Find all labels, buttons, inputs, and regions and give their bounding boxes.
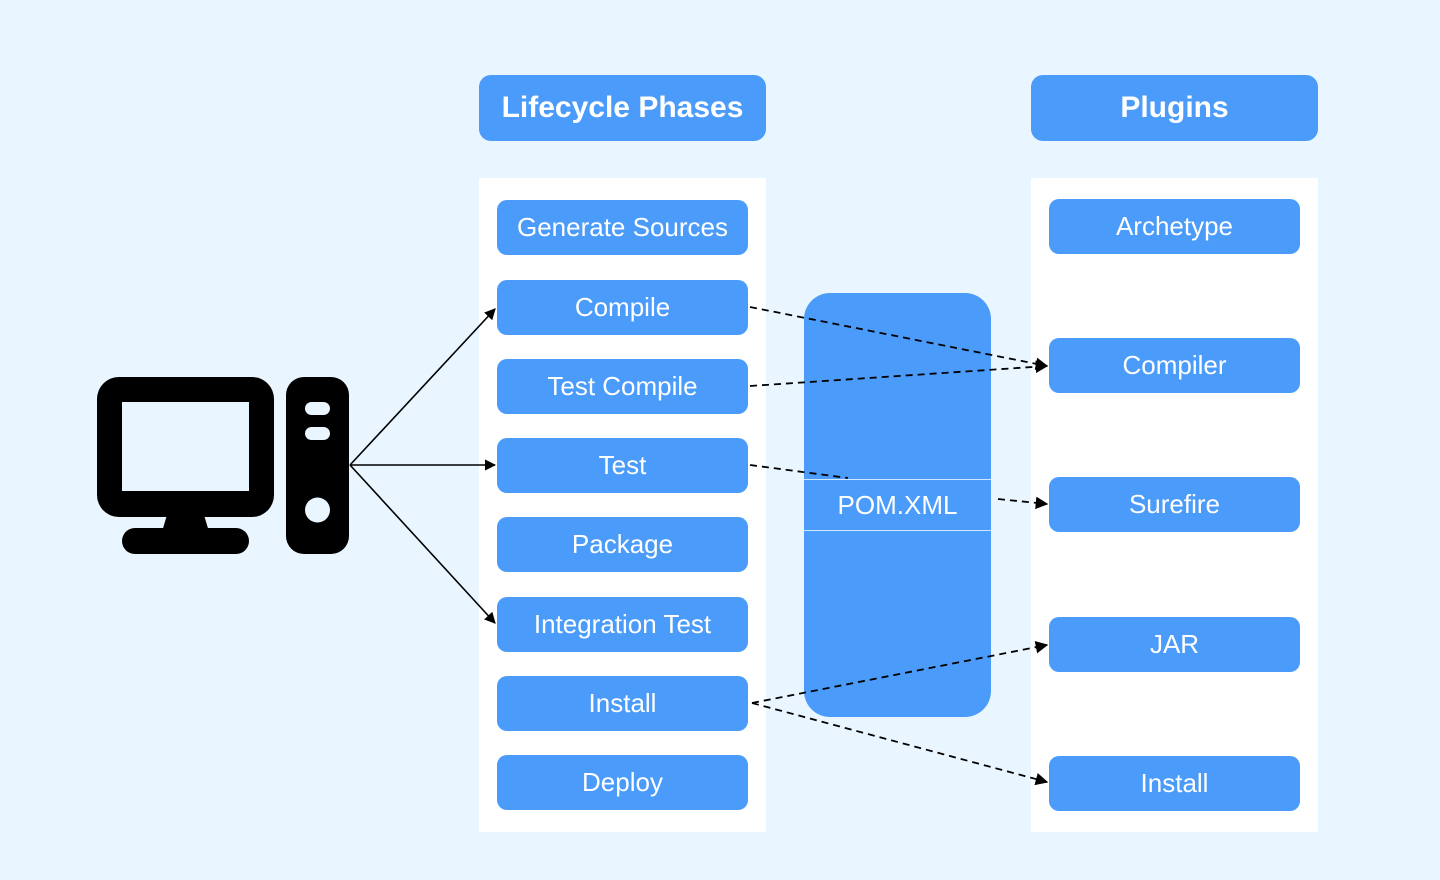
phase-test-compile: Test Compile	[497, 359, 748, 414]
tower-drive-bay-2	[305, 427, 330, 440]
plugin-label: Install	[1140, 768, 1209, 798]
plugin-label: Surefire	[1128, 489, 1221, 519]
phase-generate-sources: Generate Sources	[497, 200, 748, 255]
plugin-archetype: Archetype	[1049, 199, 1300, 254]
plugin-label: Compiler	[1122, 350, 1227, 380]
phase-label: Generate Sources	[516, 212, 728, 242]
plugin-install: Install	[1049, 756, 1300, 811]
plugin-label: JAR	[1149, 629, 1200, 659]
lifecycle-phases-header-label: Lifecycle Phases	[501, 91, 744, 124]
phase-label: Deploy	[582, 767, 663, 797]
phase-integration-test: Integration Test	[497, 597, 748, 652]
plugin-jar: JAR	[1049, 617, 1300, 672]
phase-compile: Compile	[497, 280, 748, 335]
tower-drive-bay-1	[305, 402, 330, 415]
plugins-header-label: Plugins	[1120, 91, 1229, 124]
phase-deploy: Deploy	[497, 755, 748, 810]
phase-test: Test	[497, 438, 748, 493]
plugin-label: Archetype	[1115, 211, 1234, 241]
phase-label: Compile	[574, 292, 671, 322]
phase-label: Test Compile	[547, 371, 698, 401]
lifecycle-phases-panel	[479, 178, 766, 832]
arrow-computer-to-integration-test	[349, 464, 496, 624]
monitor-screen	[122, 402, 249, 491]
plugin-compiler: Compiler	[1049, 338, 1300, 393]
desktop-computer-icon	[97, 377, 349, 554]
phase-label: Integration Test	[533, 609, 712, 639]
phase-package: Package	[497, 517, 748, 572]
monitor-stand	[122, 528, 249, 554]
pom-xml-band: POM.XML	[804, 479, 991, 531]
plugin-surefire: Surefire	[1049, 477, 1300, 532]
phase-label: Install	[588, 688, 657, 718]
arrow-computer-to-compile	[349, 308, 496, 466]
phase-install: Install	[497, 676, 748, 731]
plugins-header: Plugins	[1031, 75, 1318, 141]
pom-xml-block: POM.XML	[804, 293, 991, 717]
lifecycle-phases-header: Lifecycle Phases	[479, 75, 766, 141]
pom-xml-label: POM.XML	[837, 489, 958, 520]
phase-label: Package	[571, 529, 674, 559]
tower-power-button	[305, 497, 330, 523]
phase-label: Test	[598, 450, 647, 480]
